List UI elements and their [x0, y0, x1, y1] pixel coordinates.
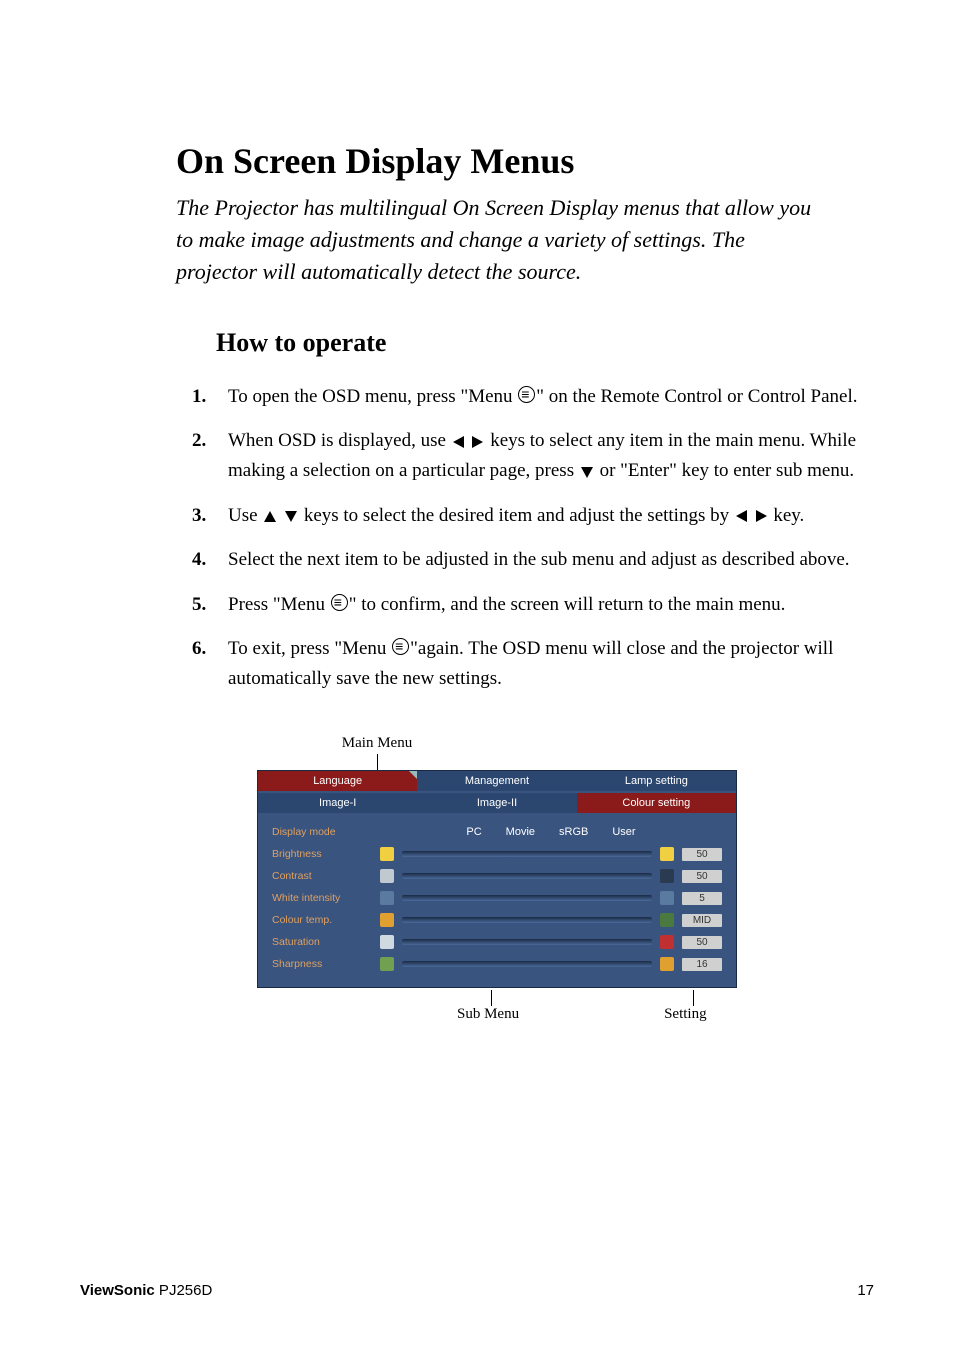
- main-menu-label: Main Menu: [17, 735, 737, 752]
- step-3-text-c: key.: [769, 505, 805, 526]
- tab-lamp-setting: Lamp setting: [577, 771, 736, 791]
- step-1: To open the OSD menu, press "Menu " on t…: [192, 382, 874, 412]
- step-4: Select the next item to be adjusted in t…: [192, 545, 874, 575]
- row-colour-temp: Colour temp. MID: [272, 911, 722, 930]
- row-brightness: Brightness 50: [272, 845, 722, 864]
- tab-image-ii: Image-II: [417, 793, 576, 813]
- arrow-left-icon: [453, 436, 464, 448]
- colour-temp-icon: [660, 913, 674, 927]
- tab-label: Language: [313, 775, 362, 787]
- arrow-right-icon: [472, 436, 483, 448]
- page-number: 17: [857, 1282, 874, 1299]
- opt-value: 5: [682, 892, 722, 905]
- row-display-mode: Display mode PC Movie sRGB User: [272, 823, 722, 842]
- opt-label: Colour temp.: [272, 914, 380, 926]
- menu-icon: [518, 386, 535, 403]
- colour-temp-icon: [380, 913, 394, 927]
- opt-label: Sharpness: [272, 958, 380, 970]
- arrow-up-icon: [264, 511, 276, 522]
- arrow-down-icon: [285, 511, 297, 522]
- step-5: Press "Menu " to confirm, and the screen…: [192, 590, 874, 620]
- opt-label: Display mode: [272, 826, 380, 838]
- brightness-icon: [380, 847, 394, 861]
- sharpness-icon: [660, 957, 674, 971]
- mode-user: User: [612, 826, 635, 838]
- saturation-icon: [380, 935, 394, 949]
- setting-label: Setting: [664, 1006, 707, 1023]
- step-5-text-a: Press "Menu: [228, 594, 330, 615]
- contrast-icon: [660, 869, 674, 883]
- opt-label: White intensity: [272, 892, 380, 904]
- white-intensity-icon: [660, 891, 674, 905]
- sub-menu-label: Sub Menu: [457, 1006, 519, 1023]
- menu-icon: [392, 638, 409, 655]
- sharpness-icon: [380, 957, 394, 971]
- opt-value: 50: [682, 870, 722, 883]
- display-modes: PC Movie sRGB User: [380, 826, 722, 838]
- white-intensity-icon: [380, 891, 394, 905]
- step-5-text-b: " to confirm, and the screen will return…: [349, 594, 786, 615]
- step-6-text-a: To exit, press "Menu: [228, 638, 391, 659]
- step-2-text-c: or "Enter" key to enter sub menu.: [595, 460, 854, 481]
- footer-brand: ViewSonic: [80, 1282, 155, 1299]
- footer-model: PJ256D: [155, 1282, 213, 1299]
- tab-row-top: Language Management Lamp setting: [258, 771, 736, 791]
- arrow-right-icon: [756, 510, 767, 522]
- slider: [402, 851, 652, 857]
- slider: [402, 961, 652, 967]
- opt-label: Saturation: [272, 936, 380, 948]
- tab-row-bottom: Image-I Image-II Colour setting: [258, 793, 736, 813]
- opt-value: 50: [682, 848, 722, 861]
- tab-colour-setting: Colour setting: [577, 793, 736, 813]
- mode-movie: Movie: [506, 826, 535, 838]
- step-3-text-a: Use: [228, 505, 262, 526]
- saturation-icon: [660, 935, 674, 949]
- mode-pc: PC: [466, 826, 481, 838]
- tab-language: Language: [258, 771, 417, 791]
- opt-value: MID: [682, 914, 722, 927]
- menu-icon: [331, 594, 348, 611]
- arrow-down-icon: [581, 467, 593, 478]
- osd-diagram: Main Menu Language Management Lamp setti…: [257, 735, 737, 1023]
- tab-image-i: Image-I: [258, 793, 417, 813]
- osd-screenshot: Language Management Lamp setting Image-I…: [257, 770, 737, 988]
- page-footer: ViewSonic PJ256D 17: [80, 1282, 874, 1299]
- step-2-text-a: When OSD is displayed, use: [228, 430, 451, 451]
- row-saturation: Saturation 50: [272, 933, 722, 952]
- main-menu-tick: [377, 754, 378, 770]
- mode-srgb: sRGB: [559, 826, 588, 838]
- slider: [402, 939, 652, 945]
- step-1-text-b: " on the Remote Control or Control Panel…: [536, 386, 857, 407]
- slider: [402, 895, 652, 901]
- step-2: When OSD is displayed, use keys to selec…: [192, 426, 874, 487]
- row-contrast: Contrast 50: [272, 867, 722, 886]
- row-sharpness: Sharpness 16: [272, 955, 722, 974]
- step-3-text-b: keys to select the desired item and adju…: [299, 505, 734, 526]
- intro-paragraph: The Projector has multilingual On Screen…: [176, 192, 816, 288]
- tab-management: Management: [417, 771, 576, 791]
- steps-list: To open the OSD menu, press "Menu " on t…: [192, 382, 874, 695]
- opt-label: Brightness: [272, 848, 380, 860]
- step-3: Use keys to select the desired item and …: [192, 501, 874, 531]
- opt-value: 16: [682, 958, 722, 971]
- opt-label: Contrast: [272, 870, 380, 882]
- slider: [402, 873, 652, 879]
- step-6: To exit, press "Menu "again. The OSD men…: [192, 634, 874, 695]
- step-1-text-a: To open the OSD menu, press "Menu: [228, 386, 517, 407]
- page-title: On Screen Display Menus: [176, 140, 874, 182]
- contrast-icon: [380, 869, 394, 883]
- slider: [402, 917, 652, 923]
- opt-value: 50: [682, 936, 722, 949]
- brightness-icon: [660, 847, 674, 861]
- howto-heading: How to operate: [216, 328, 874, 358]
- arrow-left-icon: [736, 510, 747, 522]
- tab-corner-icon: [409, 771, 417, 779]
- footer-brand-model: ViewSonic PJ256D: [80, 1282, 212, 1299]
- osd-body: Display mode PC Movie sRGB User Brightne…: [258, 813, 736, 987]
- setting-tick: [693, 990, 694, 1006]
- row-white-intensity: White intensity 5: [272, 889, 722, 908]
- sub-menu-tick: [491, 990, 492, 1006]
